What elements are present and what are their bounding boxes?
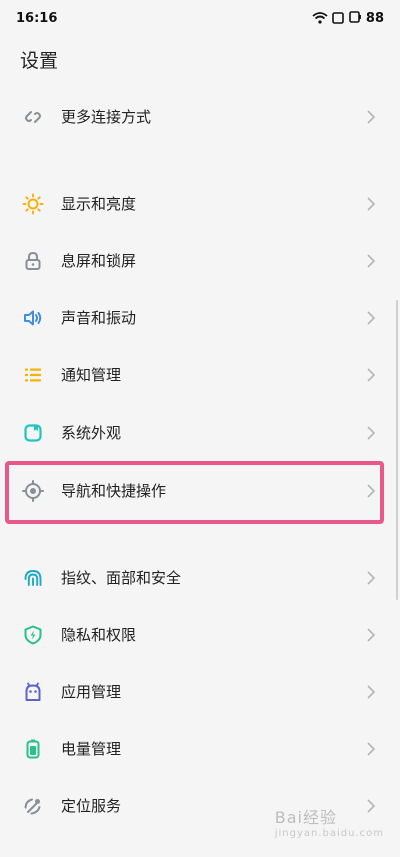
chevron-right-icon xyxy=(364,741,378,756)
chevron-right-icon xyxy=(364,684,378,699)
settings-item-display[interactable]: 显示和亮度 xyxy=(0,175,390,232)
battery-icon xyxy=(20,736,46,762)
watermark: Bai经验 jingyan.baidu.com xyxy=(275,804,384,839)
settings-item-label: 息屏和锁屏 xyxy=(61,252,137,270)
sun-icon xyxy=(20,191,46,217)
shield-icon xyxy=(20,622,46,648)
settings-item-label: 更多连接方式 xyxy=(61,108,152,126)
chevron-right-icon xyxy=(364,109,378,124)
settings-item-apps[interactable]: 应用管理 xyxy=(0,663,390,720)
settings-item-label: 系统外观 xyxy=(61,424,122,442)
settings-item-label: 显示和亮度 xyxy=(61,195,137,213)
settings-item-label: 定位服务 xyxy=(61,797,122,815)
page-title: 设置 xyxy=(20,50,59,72)
fingerprint-icon xyxy=(20,565,46,591)
status-icons: 88 xyxy=(312,9,384,28)
settings-item-label: 隐私和权限 xyxy=(61,626,137,644)
settings-item-battery[interactable]: 电量管理 xyxy=(0,720,390,777)
chevron-right-icon xyxy=(364,367,378,382)
settings-item-sound[interactable]: 声音和振动 xyxy=(0,289,390,346)
battery-icon xyxy=(348,9,362,28)
chevron-right-icon xyxy=(364,627,378,642)
settings-item-label: 通知管理 xyxy=(61,366,122,384)
settings-item-label: 电量管理 xyxy=(61,740,122,758)
highlight-annotation-box xyxy=(5,461,384,524)
wifi-icon xyxy=(312,9,328,28)
chevron-right-icon xyxy=(364,253,378,268)
settings-item-appearance[interactable]: 系统外观 xyxy=(0,404,390,461)
settings-item-more-connections[interactable]: 更多连接方式 xyxy=(0,88,390,145)
settings-item-lock-screen[interactable]: 息屏和锁屏 xyxy=(0,232,390,289)
link-icon xyxy=(20,104,46,130)
chevron-right-icon xyxy=(364,425,378,440)
settings-item-privacy[interactable]: 隐私和权限 xyxy=(0,606,390,663)
settings-item-security[interactable]: 指纹、面部和安全 xyxy=(0,549,390,606)
speaker-icon xyxy=(20,305,46,331)
chevron-right-icon xyxy=(364,310,378,325)
status-bar: 16:16 88 xyxy=(0,0,400,36)
status-time: 16:16 xyxy=(16,10,58,26)
appearance-icon xyxy=(20,420,46,446)
android-icon xyxy=(20,679,46,705)
settings-item-label: 声音和振动 xyxy=(61,309,137,327)
chevron-right-icon xyxy=(364,196,378,211)
battery-level: 88 xyxy=(365,10,384,26)
chevron-right-icon xyxy=(364,570,378,585)
location-icon xyxy=(20,793,46,819)
list-icon xyxy=(20,362,46,388)
settings-item-label: 指纹、面部和安全 xyxy=(61,569,182,587)
rectangle-icon xyxy=(332,9,344,28)
settings-item-notifications[interactable]: 通知管理 xyxy=(0,346,390,403)
lock-icon xyxy=(20,248,46,274)
scrollbar[interactable] xyxy=(396,300,398,600)
settings-item-label: 应用管理 xyxy=(61,683,122,701)
watermark-subtext: jingyan.baidu.com xyxy=(274,828,384,839)
watermark-text: Bai经验 xyxy=(274,808,337,827)
